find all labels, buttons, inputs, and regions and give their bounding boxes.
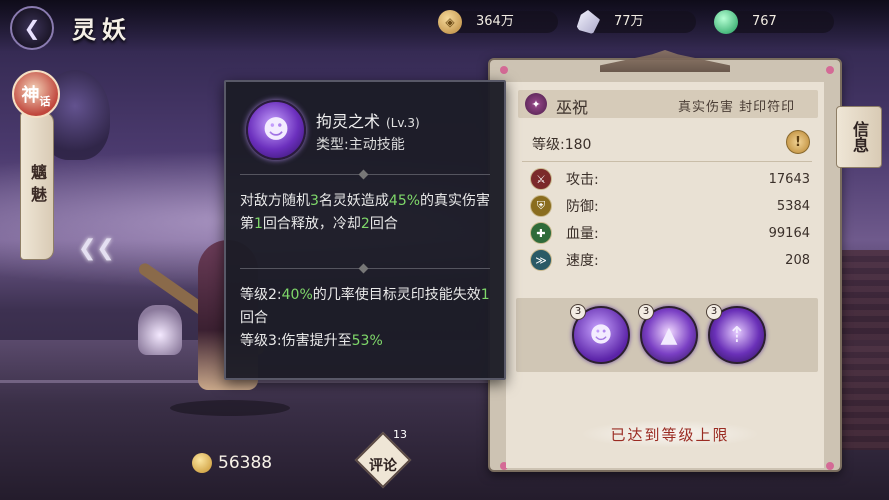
skill-level-badge: 3 <box>706 304 722 320</box>
stat-label: 攻击: <box>566 172 599 188</box>
tab-info-label: 信息 <box>850 121 869 153</box>
role-icon: ✦ <box>525 93 547 115</box>
level-info-button[interactable]: ! <box>786 130 810 154</box>
tab-info[interactable]: 信息 <box>836 106 882 168</box>
currency-counter: 56388 <box>192 453 272 473</box>
green-gem-icon <box>714 10 738 34</box>
comment-count: 13 <box>393 428 407 441</box>
prev-spirit-arrow-icon[interactable]: ❮❮ <box>78 236 115 262</box>
comment-button[interactable]: 评论 13 <box>354 428 412 489</box>
stat-label: 防御: <box>566 199 599 215</box>
jade-value: 77万 <box>586 11 696 33</box>
stat-value: 5384 <box>776 198 810 214</box>
divider <box>240 169 490 180</box>
role-name: 巫祝 <box>556 98 589 117</box>
stat-attack: ⚔ 攻击: 17643 <box>530 168 810 190</box>
coin-value: 364万 <box>448 11 558 33</box>
skill-level-badge: 3 <box>638 304 654 320</box>
stat-speed: ≫ 速度: 208 <box>530 249 810 271</box>
myth-rarity-badge[interactable]: 神话 <box>12 70 60 118</box>
max-level-status: 已达到等级上限 <box>580 420 760 448</box>
panel-pin <box>826 66 834 74</box>
character-shadow <box>170 400 290 416</box>
stat-label: 血量: <box>566 226 599 242</box>
spirit-skill-icon: ☻ <box>246 100 306 160</box>
skill-name: 拘灵之术 (Lv.3) <box>316 108 420 132</box>
skill-slot-1[interactable]: ☻ 3 <box>570 304 630 364</box>
currency-value: 56388 <box>218 453 273 473</box>
stat-label: 速度: <box>566 253 599 269</box>
spirit-skill-icon: ☻ <box>589 322 613 348</box>
comment-label: 评论 <box>369 458 397 474</box>
buff-skill-icon: ⇡ <box>727 322 747 348</box>
attack-icon: ⚔ <box>530 168 552 190</box>
coin-icon: ◈ <box>438 10 462 34</box>
level-text: 等级:180 <box>532 137 592 153</box>
speed-icon: ≫ <box>530 249 552 271</box>
seal-skill-icon: ▲ <box>660 322 678 348</box>
myth-badge-main: 神 <box>21 85 40 106</box>
skill-description: 对敌方随机3名灵妖造成45%的真实伤害 第1回合释放，冷却2回合 <box>240 193 491 232</box>
myth-badge-sub: 话 <box>39 95 51 108</box>
back-button[interactable]: ❮ <box>10 6 54 50</box>
skill-upgrades: 等级2:40%的几率使目标灵印技能失效1回合 等级3:伤害提升至53% <box>240 287 490 349</box>
skill-level: (Lv.3) <box>386 116 420 130</box>
top-bar: ❮ 灵妖 ◈ 364万 77万 767 <box>0 0 889 52</box>
stat-hp: ✚ 血量: 99164 <box>530 222 810 244</box>
tab-chimei[interactable]: 魑魅 <box>20 112 54 260</box>
stat-defense: ⛨ 防御: 5384 <box>530 195 810 217</box>
page-title: 灵妖 <box>72 15 132 44</box>
panel-pin <box>500 66 508 74</box>
gold-coin-icon <box>192 453 212 473</box>
skill-tooltip: ☻ 拘灵之术 (Lv.3) 类型:主动技能 对敌方随机3名灵妖造成45%的真实伤害… <box>224 80 506 380</box>
skill-name-text: 拘灵之术 <box>316 112 381 131</box>
resource-jade[interactable]: 77万 <box>576 10 696 34</box>
resource-gem[interactable]: 767 <box>714 10 834 34</box>
resource-coin[interactable]: ◈ 364万 <box>438 10 558 34</box>
back-arrow-icon: ❮ <box>23 16 41 40</box>
stat-value: 17643 <box>768 171 810 187</box>
stat-value: 208 <box>785 252 810 268</box>
divider <box>240 263 490 274</box>
gem-value: 767 <box>724 11 834 33</box>
character-bell <box>138 305 182 355</box>
stat-value: 99164 <box>768 225 810 241</box>
skill-type: 类型:主动技能 <box>316 137 405 153</box>
divider <box>522 161 812 162</box>
hp-icon: ✚ <box>530 222 552 244</box>
defense-icon: ⛨ <box>530 195 552 217</box>
role-tags: 真实伤害 封印符印 <box>678 100 796 115</box>
tab-chimei-label: 魑魅 <box>28 164 47 208</box>
skill-slot-2[interactable]: ▲ 3 <box>638 304 698 364</box>
panel-pin <box>826 462 834 470</box>
skill-slot-3[interactable]: ⇡ 3 <box>706 304 766 364</box>
skill-level-badge: 3 <box>570 304 586 320</box>
